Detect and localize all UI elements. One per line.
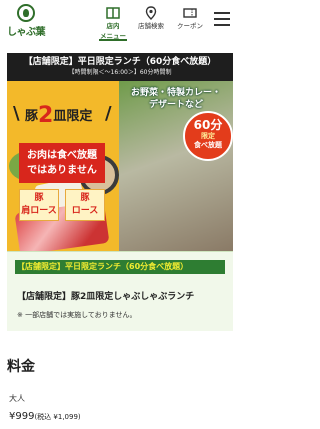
price-value: ¥999 (9, 411, 35, 422)
coupon-icon (183, 8, 197, 18)
nav-store-search[interactable]: 店舗検索 (131, 6, 171, 30)
hero-yellow-panel: \ 豚2皿限定 / お肉は食べ放題 ではありません 豚 肩ロース 豚 ロース (7, 81, 119, 251)
pork-limit-label: \ 豚2皿限定 / (13, 103, 112, 128)
map-pin-icon (145, 6, 157, 20)
menu-category-bar: 【店舗限定】平日限定ランチ（60分食べ放題） (15, 260, 225, 274)
menu-item-name: 【店舗限定】豚2皿限定しゃぶしゃぶランチ (17, 292, 195, 302)
cut-2-line2: ロース (71, 206, 99, 216)
buffet-headline-line1: お野菜・特製カレー・ (130, 88, 221, 98)
badge-minutes: 60分 (193, 118, 223, 132)
nav-coupon[interactable]: クーポン (170, 6, 210, 30)
nav-store-menu-label-2: メニュー (100, 32, 126, 40)
cut-1-line1: 豚 (34, 193, 44, 203)
site-header: しゃぶ葉 店内 メニュー 店舗検索 クーポン (0, 0, 240, 42)
plate-count: 2 (38, 103, 54, 128)
cut-2-line1: 豚 (80, 193, 90, 203)
meat-notice-line2: ではありません (27, 165, 97, 176)
buffet-headline: お野菜・特製カレー・ デザートなど (123, 87, 229, 111)
banner-subtitle: 【時間制限＜〜16:00＞】60分時間制 (68, 69, 172, 76)
logo-text: しゃぶ葉 (7, 27, 46, 38)
menu-book-icon (106, 7, 120, 19)
price-tier-label: 大人 (9, 394, 25, 403)
pork-prefix: 豚 (25, 109, 39, 124)
buffet-headline-line2: デザートなど (148, 100, 203, 110)
price-tax: (税込 ¥1,099) (34, 413, 81, 421)
cut-shoulder-loin: 豚 肩ロース (19, 189, 59, 221)
nav-store-menu[interactable]: 店内 メニュー (93, 6, 133, 41)
cut-loin: 豚 ロース (65, 189, 105, 221)
nav-store-menu-label-1: 店内 (106, 22, 120, 30)
badge-limited: 限定 (201, 132, 215, 140)
price-amount: ¥999(税込 ¥1,099) (9, 411, 81, 422)
meat-notice: お肉は食べ放題 ではありません (19, 143, 105, 183)
pork-suffix: 皿限定 (53, 109, 93, 124)
menu-banner: 【店舗限定】平日限定ランチ（60分食べ放題） 【時間制限＜〜16:00＞】60分… (7, 53, 233, 81)
nav-store-search-label: 店舗検索 (138, 22, 164, 30)
price-heading: 料金 (7, 359, 35, 375)
hero-image: \ 豚2皿限定 / お肉は食べ放題 ではありません 豚 肩ロース 豚 ロース お… (7, 81, 233, 251)
nav-coupon-label: クーポン (177, 22, 203, 30)
cut-1-line2: 肩ロース (21, 206, 57, 216)
logo-leaf-icon (17, 4, 35, 22)
hamburger-icon[interactable] (214, 12, 230, 26)
time-limit-badge: 60分 限定 食べ放題 (183, 111, 233, 161)
brand-logo[interactable]: しゃぶ葉 (6, 4, 46, 38)
availability-note: ※ 一部店舗では実施しておりません。 (17, 311, 137, 319)
badge-all-you-can-eat: 食べ放題 (194, 141, 222, 149)
banner-title: 【店舗限定】平日限定ランチ（60分食べ放題） (23, 57, 217, 67)
meat-notice-line1: お肉は食べ放題 (27, 150, 97, 161)
menu-info-card: 【店舗限定】平日限定ランチ（60分食べ放題） 【店舗限定】豚2皿限定しゃぶしゃぶ… (7, 251, 233, 331)
